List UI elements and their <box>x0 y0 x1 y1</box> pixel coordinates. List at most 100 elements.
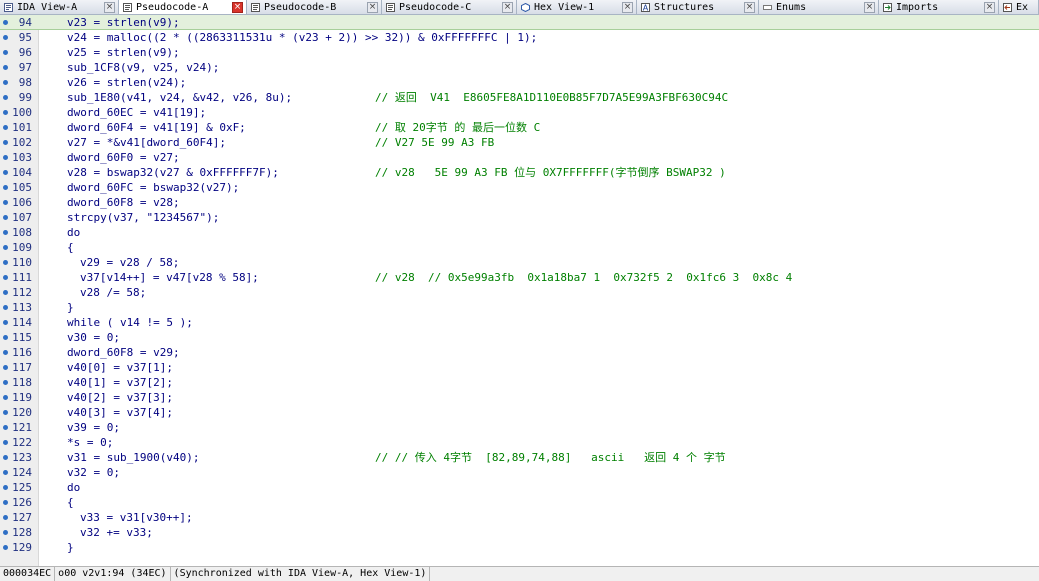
code-comment[interactable]: // v28 // 0x5e99a3fb 0x1a18ba7 1 0x732f5… <box>375 270 792 285</box>
code-text[interactable]: v27 = *&v41[dword_60F4]; <box>67 135 226 150</box>
code-comment[interactable]: // 返回 V41 E8605FE8A1D110E0B85F7D7A5E99A3… <box>375 90 728 105</box>
code-line[interactable]: 107 strcpy(v37, "1234567"); <box>0 210 1039 225</box>
code-text[interactable]: dword_60F4 = v41[19] & 0xF; <box>67 120 246 135</box>
code-line[interactable]: 109 { <box>0 240 1039 255</box>
code-line[interactable]: 95 v24 = malloc((2 * ((2863311531u * (v23… <box>0 30 1039 45</box>
tab-structures[interactable]: A Structures × <box>637 0 759 14</box>
code-line[interactable]: 127 v33 = v31[v30++]; <box>0 510 1039 525</box>
code-text[interactable]: dword_60F8 = v29; <box>67 345 180 360</box>
code-line[interactable]: 118 v40[1] = v37[2]; <box>0 375 1039 390</box>
code-line[interactable]: 128 v32 += v33; <box>0 525 1039 540</box>
code-text[interactable]: v24 = malloc((2 * ((2863311531u * (v23 +… <box>67 30 537 45</box>
tab-pseudocode-b[interactable]: Pseudocode-B × <box>247 0 382 14</box>
code-line[interactable]: 121 v39 = 0; <box>0 420 1039 435</box>
code-line[interactable]: 124 v32 = 0; <box>0 465 1039 480</box>
code-text[interactable]: v25 = strlen(v9); <box>67 45 180 60</box>
code-line[interactable]: 110 v29 = v28 / 58; <box>0 255 1039 270</box>
close-icon[interactable]: × <box>984 1 995 13</box>
code-text[interactable]: dword_60FC = bswap32(v27); <box>67 180 239 195</box>
code-text[interactable]: v23 = strlen(v9); <box>67 15 180 30</box>
code-line[interactable]: 100 dword_60EC = v41[19]; <box>0 105 1039 120</box>
code-line[interactable]: 105 dword_60FC = bswap32(v27); <box>0 180 1039 195</box>
code-line[interactable]: 94 v23 = strlen(v9); <box>0 15 1039 30</box>
tab-enums[interactable]: Enums × <box>759 0 879 14</box>
tab-pseudocode-a[interactable]: Pseudocode-A × <box>119 0 247 14</box>
code-text[interactable]: { <box>67 240 74 255</box>
code-text[interactable]: v32 = 0; <box>67 465 120 480</box>
code-text[interactable]: v37[v14++] = v47[v28 % 58]; <box>80 270 259 285</box>
tab-bar: IDA View-A × Pseudocode-A × Pseudocode-B × Pse… <box>0 0 1039 15</box>
code-line[interactable]: 98 v26 = strlen(v24); <box>0 75 1039 90</box>
code-text[interactable]: v40[3] = v37[4]; <box>67 405 173 420</box>
code-text[interactable]: v39 = 0; <box>67 420 120 435</box>
code-line[interactable]: 106 dword_60F8 = v28; <box>0 195 1039 210</box>
code-text[interactable]: sub_1E80(v41, v24, &v42, v26, 8u); <box>67 90 292 105</box>
code-text[interactable]: v26 = strlen(v24); <box>67 75 186 90</box>
tab-imports[interactable]: Imports × <box>879 0 999 14</box>
code-text[interactable]: dword_60F0 = v27; <box>67 150 180 165</box>
pseudocode-icon <box>386 2 395 12</box>
code-comment[interactable]: // // 传入 4字节 [82,89,74,88] ascii 返回 4 个 … <box>375 450 726 465</box>
code-comment[interactable]: // 取 20字节 的 最后一位数 C <box>375 120 540 135</box>
code-text[interactable]: v33 = v31[v30++]; <box>80 510 193 525</box>
code-line[interactable]: 123 v31 = sub_1900(v40); // // 传入 4字节 [82,… <box>0 450 1039 465</box>
code-line[interactable]: 115 v30 = 0; <box>0 330 1039 345</box>
code-text[interactable]: { <box>67 495 74 510</box>
code-line[interactable]: 101 dword_60F4 = v41[19] & 0xF; // 取 20字节 … <box>0 120 1039 135</box>
tab-hex-view-1[interactable]: Hex View-1 × <box>517 0 637 14</box>
close-icon[interactable]: × <box>622 1 633 13</box>
code-line[interactable]: 111 v37[v14++] = v47[v28 % 58]; // v28 // … <box>0 270 1039 285</box>
code-line[interactable]: 119 v40[2] = v37[3]; <box>0 390 1039 405</box>
code-text[interactable]: v29 = v28 / 58; <box>80 255 179 270</box>
code-text[interactable]: v31 = sub_1900(v40); <box>67 450 199 465</box>
code-comment[interactable]: // v28 5E 99 A3 FB 位与 0X7FFFFFFF(字节倒序 BS… <box>375 165 726 180</box>
code-text[interactable]: } <box>67 540 74 555</box>
tab-pseudocode-c[interactable]: Pseudocode-C × <box>382 0 517 14</box>
close-icon[interactable]: × <box>744 1 755 13</box>
code-text[interactable]: v40[2] = v37[3]; <box>67 390 173 405</box>
code-line[interactable]: 120 v40[3] = v37[4]; <box>0 405 1039 420</box>
line-number: 100 <box>12 106 32 119</box>
code-line[interactable]: 103 dword_60F0 = v27; <box>0 150 1039 165</box>
code-line[interactable]: 129} <box>0 540 1039 555</box>
code-text[interactable]: v28 = bswap32(v27 & 0xFFFFFF7F); <box>67 165 279 180</box>
code-text[interactable]: v32 += v33; <box>80 525 153 540</box>
code-text[interactable]: v40[1] = v37[2]; <box>67 375 173 390</box>
code-line[interactable]: 108 do <box>0 225 1039 240</box>
code-line[interactable]: 99 sub_1E80(v41, v24, &v42, v26, 8u); // 返… <box>0 90 1039 105</box>
code-text[interactable]: sub_1CF8(v9, v25, v24); <box>67 60 219 75</box>
code-line[interactable]: 97 sub_1CF8(v9, v25, v24); <box>0 60 1039 75</box>
code-comment[interactable]: // V27 5E 99 A3 FB <box>375 135 494 150</box>
code-line[interactable]: 116 dword_60F8 = v29; <box>0 345 1039 360</box>
tab-ex[interactable]: Ex <box>999 0 1039 14</box>
code-text[interactable]: *s = 0; <box>67 435 113 450</box>
code-line[interactable]: 125 do <box>0 480 1039 495</box>
code-line[interactable]: 102 v27 = *&v41[dword_60F4]; // V27 5E 99 … <box>0 135 1039 150</box>
code-line[interactable]: 122 *s = 0; <box>0 435 1039 450</box>
code-text[interactable]: v30 = 0; <box>67 330 120 345</box>
code-text[interactable]: } <box>67 300 74 315</box>
tab-ida-view-a[interactable]: IDA View-A × <box>0 0 119 14</box>
code-line[interactable]: 104 v28 = bswap32(v27 & 0xFFFFFF7F); // v2… <box>0 165 1039 180</box>
code-text[interactable]: do <box>67 480 80 495</box>
code-text[interactable]: do <box>67 225 80 240</box>
code-text[interactable]: v40[0] = v37[1]; <box>67 360 173 375</box>
code-text[interactable]: dword_60EC = v41[19]; <box>67 105 206 120</box>
pseudocode-view[interactable]: 94 v23 = strlen(v9); 95 v24 = malloc((2 * (… <box>0 15 1039 566</box>
close-icon[interactable]: × <box>864 1 875 13</box>
line-number: 115 <box>12 331 32 344</box>
code-line[interactable]: 114 while ( v14 != 5 ); <box>0 315 1039 330</box>
code-text[interactable]: while ( v14 != 5 ); <box>67 315 193 330</box>
close-icon[interactable]: × <box>104 1 115 13</box>
code-line[interactable]: 96 v25 = strlen(v9); <box>0 45 1039 60</box>
close-icon[interactable]: × <box>502 1 513 13</box>
code-line[interactable]: 117 v40[0] = v37[1]; <box>0 360 1039 375</box>
code-line[interactable]: 126 { <box>0 495 1039 510</box>
code-text[interactable]: v28 /= 58; <box>80 285 146 300</box>
code-text[interactable]: strcpy(v37, "1234567"); <box>67 210 219 225</box>
close-icon[interactable]: × <box>232 1 243 13</box>
code-line[interactable]: 112 v28 /= 58; <box>0 285 1039 300</box>
close-icon[interactable]: × <box>367 1 378 13</box>
code-text[interactable]: dword_60F8 = v28; <box>67 195 180 210</box>
code-line[interactable]: 113} <box>0 300 1039 315</box>
